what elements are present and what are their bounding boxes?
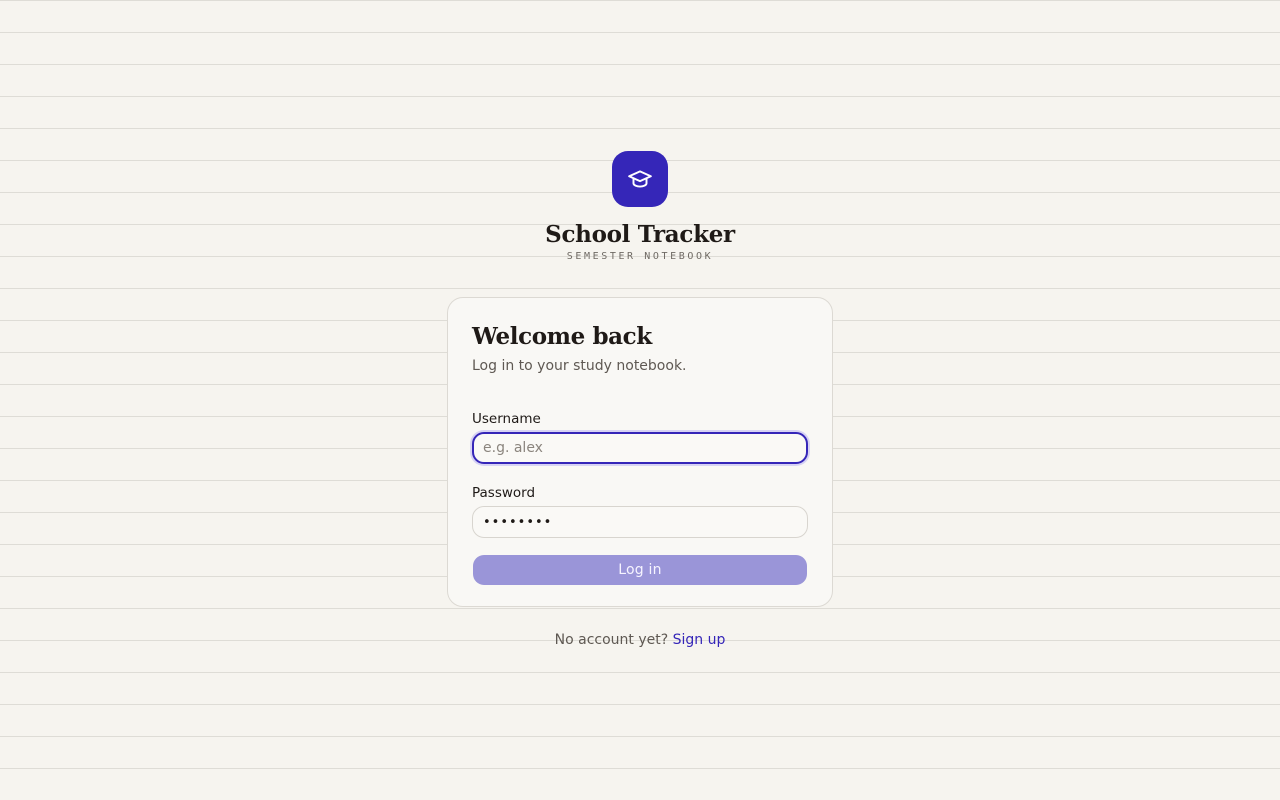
signup-prompt: No account yet? xyxy=(554,632,669,648)
graduation-cap-icon xyxy=(628,170,652,188)
login-heading: Welcome back xyxy=(472,323,652,350)
brand-header: School Tracker SEMESTER NOTEBOOK xyxy=(0,151,1280,263)
login-subheading: Log in to your study notebook. xyxy=(472,358,687,374)
password-input[interactable] xyxy=(472,506,808,538)
app-title: School Tracker xyxy=(545,221,735,248)
app-logo xyxy=(612,151,668,207)
password-label: Password xyxy=(472,485,536,501)
app-subtitle: SEMESTER NOTEBOOK xyxy=(566,251,714,262)
login-button[interactable]: Log in xyxy=(473,555,807,585)
username-label: Username xyxy=(472,411,541,427)
login-card: Welcome back Log in to your study notebo… xyxy=(447,297,833,607)
username-input[interactable] xyxy=(472,432,808,464)
signup-link[interactable]: Sign up xyxy=(673,632,726,648)
signup-row: No account yet? Sign up xyxy=(0,630,1280,650)
